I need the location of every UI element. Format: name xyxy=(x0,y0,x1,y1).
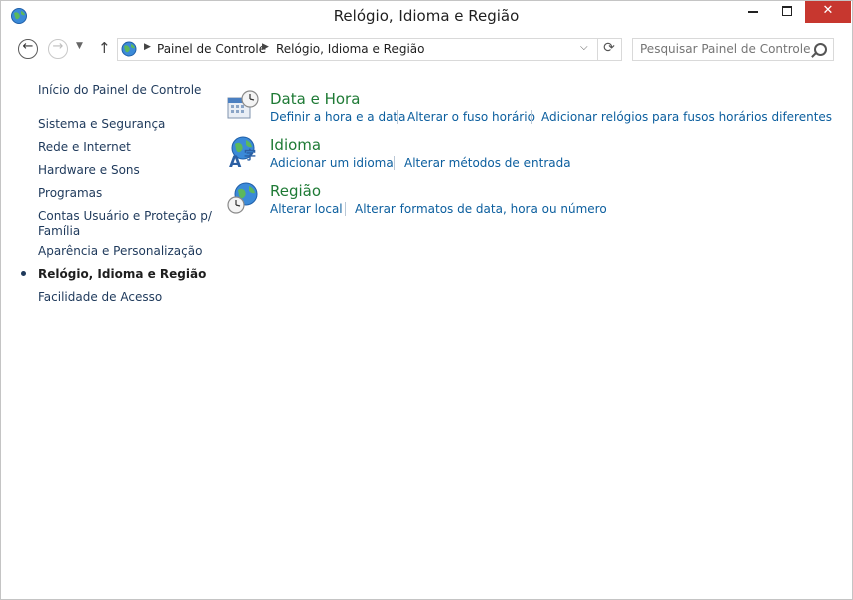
sidebar-item-control-panel-home[interactable]: Início do Painel de Controle xyxy=(38,82,201,98)
category-title-region[interactable]: Região xyxy=(270,182,321,200)
address-dropdown-icon[interactable]: ⌵ xyxy=(580,42,588,53)
sidebar-item-programs[interactable]: Programas xyxy=(38,185,102,201)
svg-text:A: A xyxy=(229,152,242,169)
refresh-icon: ⟳ xyxy=(603,40,615,56)
sidebar-item-user-accounts-line2[interactable]: Família xyxy=(38,223,80,239)
back-button[interactable]: ← xyxy=(18,39,38,59)
sidebar-item-appearance[interactable]: Aparência e Personalização xyxy=(38,243,202,259)
close-button[interactable]: ✕ xyxy=(805,1,851,23)
window-title: Relógio, Idioma e Região xyxy=(333,7,520,25)
back-arrow-icon: ← xyxy=(22,39,34,54)
link-add-clocks[interactable]: Adicionar relógios para fusos horários d… xyxy=(541,110,832,124)
breadcrumb-separator-icon[interactable]: ▶ xyxy=(262,42,269,52)
link-set-time-date[interactable]: Definir a hora e a data xyxy=(270,110,405,124)
refresh-button[interactable]: ⟳ xyxy=(597,39,620,60)
svg-text:字: 字 xyxy=(244,147,256,162)
search-input[interactable] xyxy=(640,42,810,56)
navigation-bar: ← → ▼ ↑ ▶ Painel de Controle ▶ Relógio, … xyxy=(1,37,852,64)
breadcrumb-control-panel[interactable]: Painel de Controle xyxy=(157,42,266,56)
breadcrumb-clock-language-region[interactable]: Relógio, Idioma e Região xyxy=(276,42,425,56)
link-divider xyxy=(531,110,532,124)
link-divider xyxy=(397,110,398,124)
control-panel-window: Relógio, Idioma e Região ✕ ← → ▼ ↑ ▶ Pai… xyxy=(0,0,853,600)
title-bar[interactable]: Relógio, Idioma e Região ✕ xyxy=(1,1,852,33)
active-bullet-icon xyxy=(21,271,26,276)
minimize-button[interactable] xyxy=(738,1,769,23)
category-title-date-time[interactable]: Data e Hora xyxy=(270,90,360,108)
sidebar-item-ease-of-access[interactable]: Facilidade de Acesso xyxy=(38,289,162,305)
recent-locations-dropdown[interactable]: ▼ xyxy=(76,41,83,51)
sidebar-item-hardware-sound[interactable]: Hardware e Sons xyxy=(38,162,140,178)
link-change-time-zone[interactable]: Alterar o fuso horário xyxy=(407,110,535,124)
link-change-location[interactable]: Alterar local xyxy=(270,202,343,216)
forward-arrow-icon: → xyxy=(52,39,64,54)
control-panel-icon xyxy=(121,41,137,57)
sidebar-item-system-security[interactable]: Sistema e Segurança xyxy=(38,116,165,132)
category-title-language[interactable]: Idioma xyxy=(270,136,321,154)
link-add-language[interactable]: Adicionar um idioma xyxy=(270,156,394,170)
search-icon[interactable] xyxy=(814,43,827,56)
search-box[interactable] xyxy=(632,38,834,61)
up-button[interactable]: ↑ xyxy=(98,39,111,57)
maximize-button[interactable] xyxy=(772,1,803,23)
link-divider xyxy=(394,156,395,170)
calendar-clock-icon[interactable] xyxy=(226,89,260,123)
sidebar-item-clock-language-region: Relógio, Idioma e Região xyxy=(38,267,207,281)
globe-clock-icon[interactable] xyxy=(226,181,260,215)
sidebar-item-network-internet[interactable]: Rede e Internet xyxy=(38,139,131,155)
address-bar[interactable]: ▶ Painel de Controle ▶ Relógio, Idioma e… xyxy=(117,38,622,61)
link-divider xyxy=(345,202,346,216)
breadcrumb-separator-icon[interactable]: ▶ xyxy=(144,42,151,52)
link-change-formats[interactable]: Alterar formatos de data, hora ou número xyxy=(355,202,607,216)
sidebar-item-user-accounts[interactable]: Contas Usuário e Proteção p/ xyxy=(38,208,212,224)
link-change-input-methods[interactable]: Alterar métodos de entrada xyxy=(404,156,571,170)
close-icon: ✕ xyxy=(822,3,834,18)
forward-button[interactable]: → xyxy=(48,39,68,59)
globe-language-icon[interactable]: A 字 xyxy=(226,135,260,169)
